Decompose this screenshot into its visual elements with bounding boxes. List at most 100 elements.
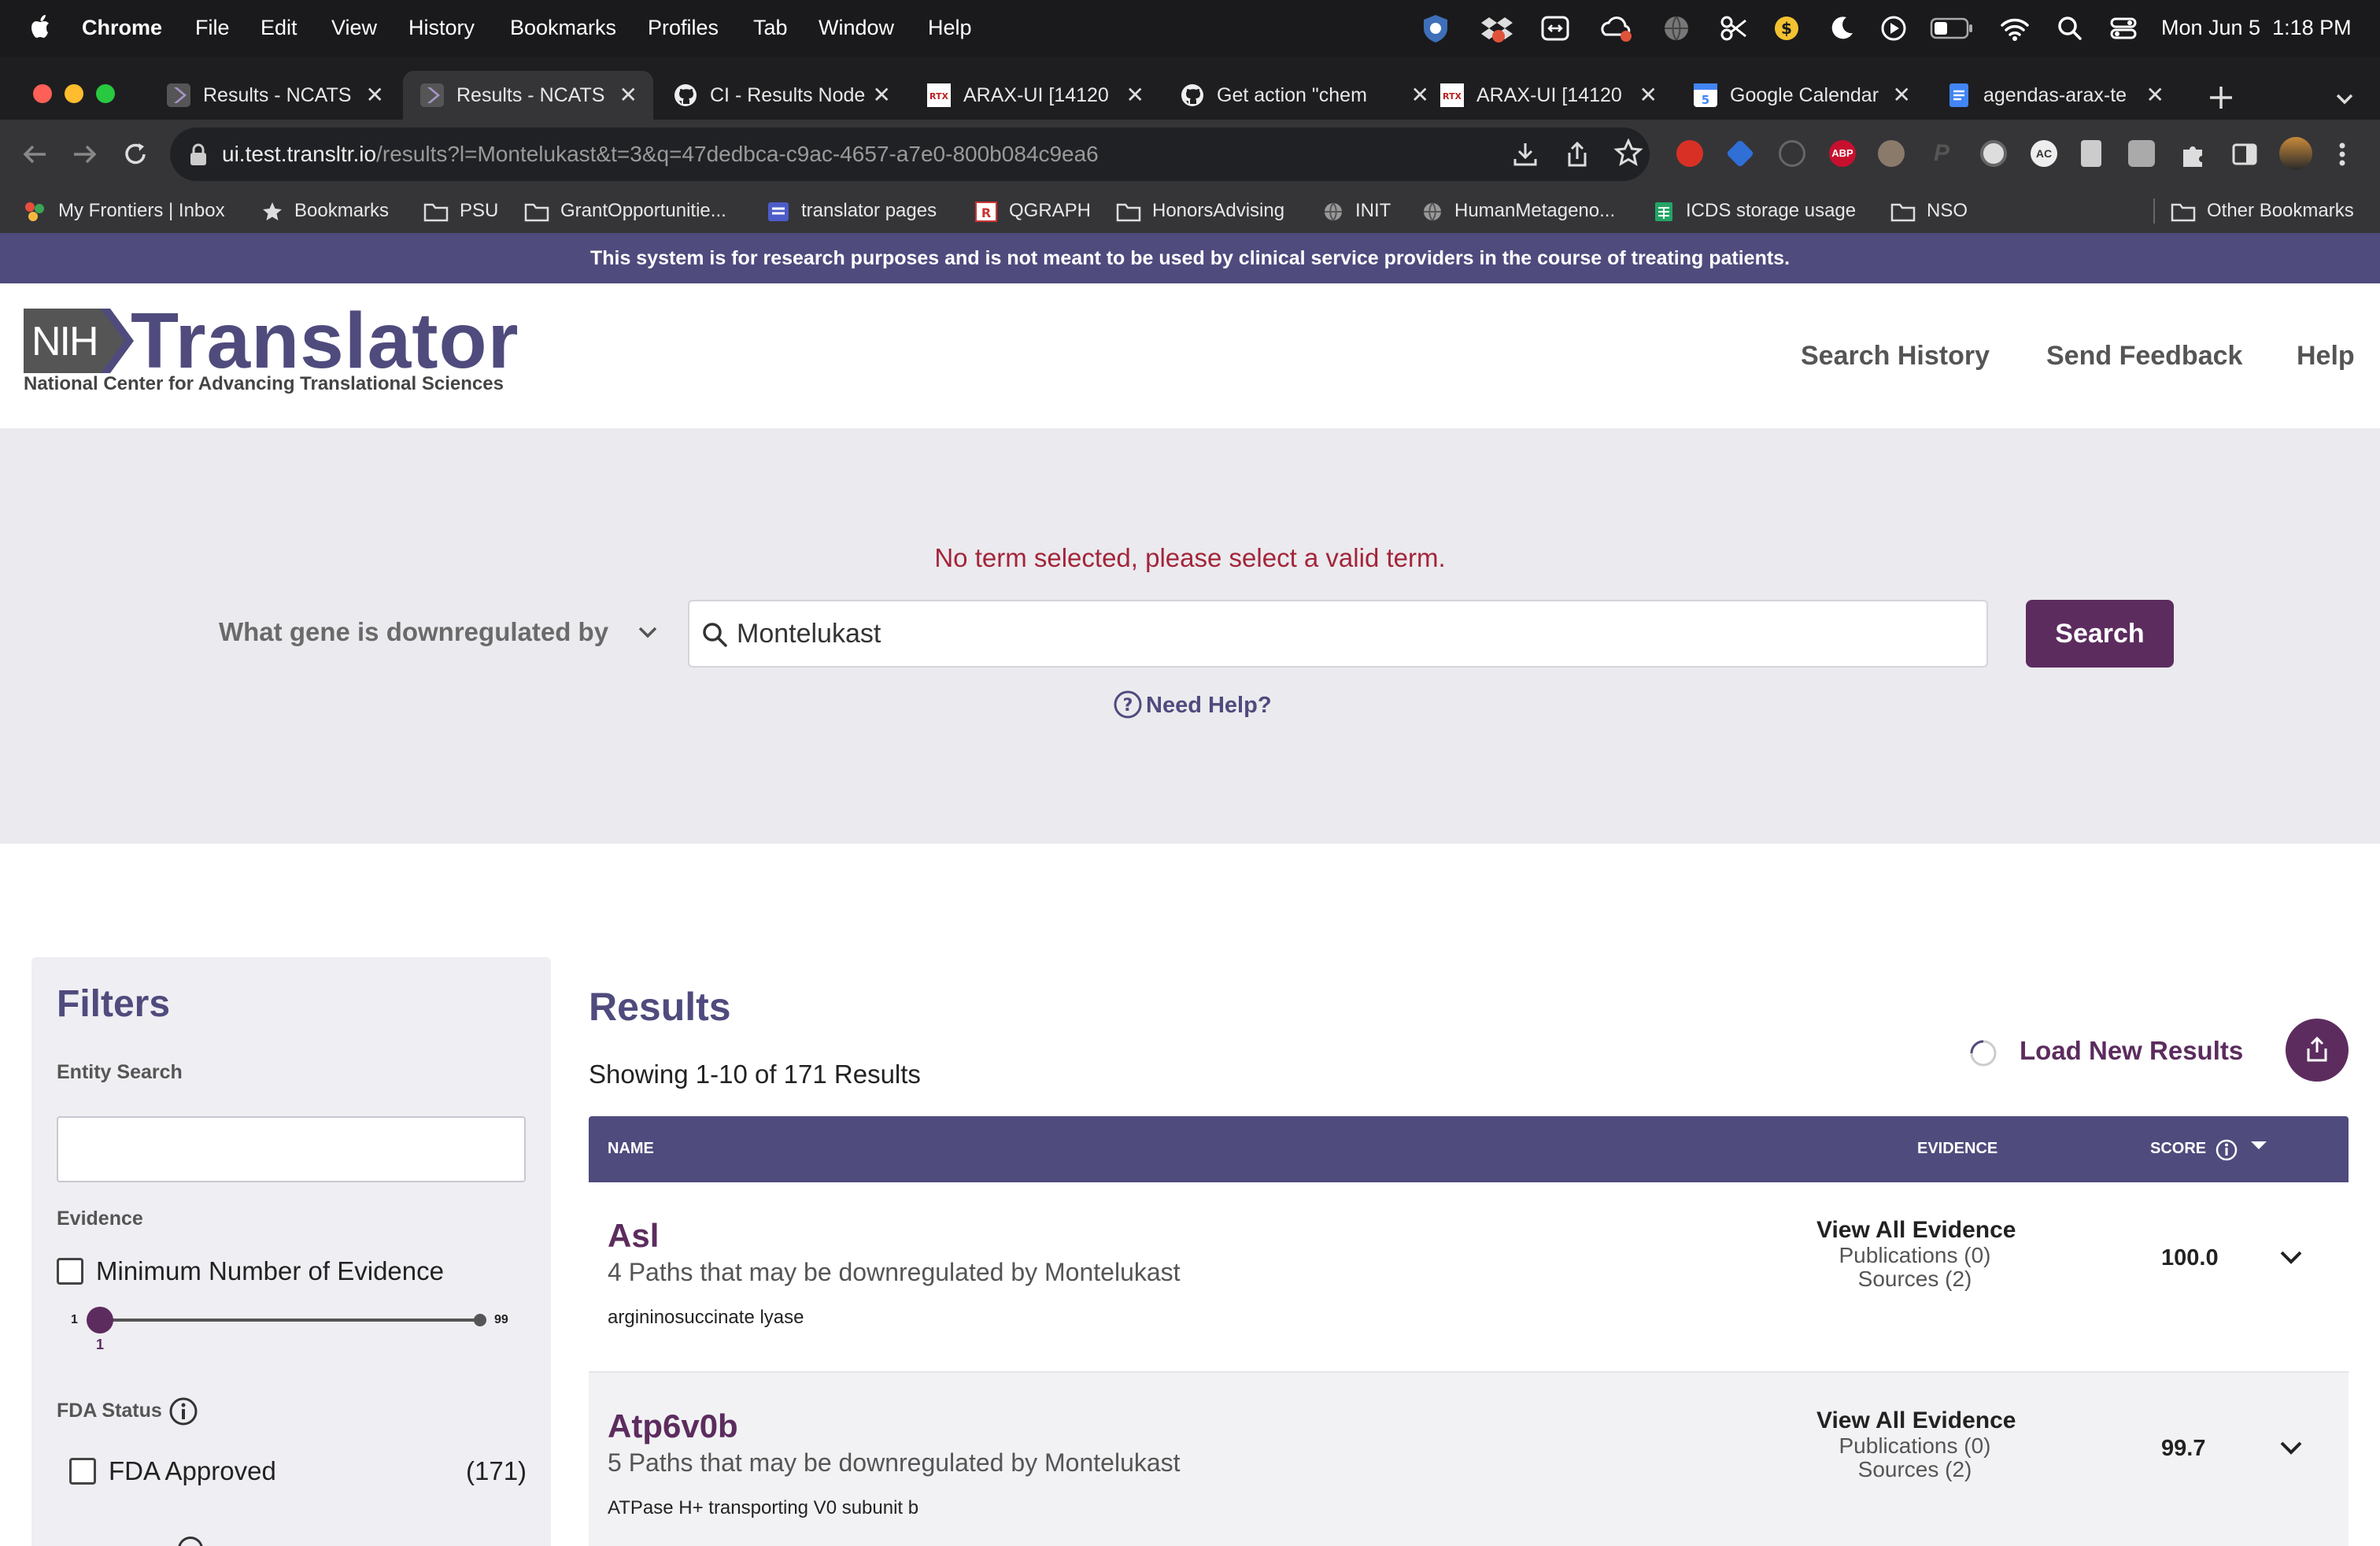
- bookmark-translator-pages[interactable]: translator pages: [767, 200, 937, 223]
- menu-file[interactable]: File: [195, 16, 230, 40]
- evidence-slider-end-thumb[interactable]: [474, 1314, 486, 1326]
- extension-ac-icon[interactable]: AC: [2031, 140, 2057, 167]
- menu-help[interactable]: Help: [928, 16, 972, 40]
- dropbox-icon[interactable]: [1481, 13, 1513, 44]
- result-row[interactable]: Atp6v0b 5 Paths that may be downregulate…: [589, 1371, 2349, 1546]
- menu-app-chrome[interactable]: Chrome: [82, 16, 162, 40]
- paypal-icon[interactable]: P: [1928, 140, 1955, 167]
- browser-tab[interactable]: Get action "chem ✕: [1163, 71, 1445, 120]
- browser-tab[interactable]: 5 Google Calendar ✕: [1676, 71, 1927, 120]
- extension-red-icon[interactable]: [1676, 140, 1703, 167]
- search-input[interactable]: Montelukast: [688, 600, 1988, 668]
- cloud-sync-icon[interactable]: [1599, 13, 1634, 44]
- back-arrow-icon[interactable]: [20, 140, 49, 168]
- install-app-icon[interactable]: [1511, 140, 1539, 168]
- lock-icon[interactable]: [187, 143, 209, 167]
- chrome-menu-icon[interactable]: [2334, 140, 2350, 168]
- tab-close-icon[interactable]: ✕: [873, 82, 891, 108]
- result-row[interactable]: Asl 4 Paths that may be downregulated by…: [589, 1182, 2349, 1371]
- result-name[interactable]: Atp6v0b: [608, 1407, 738, 1445]
- extension-owl-icon[interactable]: [1878, 140, 1905, 167]
- reload-icon[interactable]: [121, 140, 150, 168]
- browser-tab[interactable]: Results - NCATS ✕: [150, 71, 400, 120]
- spotlight-search-icon[interactable]: [2054, 13, 2086, 44]
- wifi-icon[interactable]: [1999, 13, 2031, 44]
- bookmark-folder-nso[interactable]: NSO: [1890, 200, 1968, 222]
- bookmark-frontiers[interactable]: My Frontiers | Inbox: [24, 200, 225, 223]
- shield-status-icon[interactable]: [1420, 13, 1451, 44]
- side-panel-icon[interactable]: [2230, 140, 2259, 168]
- profile-avatar-icon[interactable]: [2279, 137, 2312, 170]
- menubar-clock[interactable]: Mon Jun 5 1:18 PM: [2161, 16, 2352, 40]
- window-zoom-button[interactable]: [96, 84, 115, 103]
- extension-rainbow-icon[interactable]: [2128, 140, 2155, 167]
- bookmark-folder-honors[interactable]: HonorsAdvising: [1116, 200, 1284, 222]
- window-minimize-button[interactable]: [65, 84, 83, 103]
- browser-tab[interactable]: RTX ARAX-UI [14120 ✕: [1423, 71, 1673, 120]
- sort-descending-icon[interactable]: [2249, 1138, 2268, 1154]
- nav-search-history[interactable]: Search History: [1801, 341, 1990, 372]
- bookmark-humanmetagenome[interactable]: HumanMetageno...: [1421, 200, 1615, 223]
- column-name-header[interactable]: NAME: [608, 1140, 654, 1158]
- view-all-evidence-link[interactable]: View All Evidence: [1816, 1407, 2016, 1434]
- nih-logo[interactable]: NIH: [24, 309, 134, 373]
- search-button[interactable]: Search: [2026, 600, 2174, 668]
- info-icon[interactable]: [168, 1396, 198, 1426]
- forward-arrow-icon[interactable]: [71, 140, 99, 168]
- tab-search-chevron-icon[interactable]: [2333, 87, 2356, 110]
- window-close-button[interactable]: [33, 84, 52, 103]
- document-icon[interactable]: [2081, 140, 2101, 167]
- expand-chevron-icon[interactable]: [2278, 1434, 2304, 1461]
- menu-window[interactable]: Window: [819, 16, 894, 40]
- tab-close-icon[interactable]: ✕: [2146, 82, 2164, 108]
- moon-icon[interactable]: [1826, 13, 1857, 44]
- fda-approved-checkbox[interactable]: [69, 1458, 96, 1485]
- tab-close-icon[interactable]: ✕: [366, 82, 384, 108]
- menu-tab[interactable]: Tab: [753, 16, 788, 40]
- bookmark-icds-storage[interactable]: ICDS storage usage: [1653, 200, 1856, 223]
- result-name[interactable]: Asl: [608, 1217, 659, 1255]
- view-all-evidence-link[interactable]: View All Evidence: [1816, 1217, 2016, 1244]
- browser-tab-active[interactable]: Results - NCATS ✕: [403, 71, 653, 120]
- browser-tab[interactable]: CI - Results Node ✕: [656, 71, 907, 120]
- expand-chevron-icon[interactable]: [2278, 1244, 2304, 1270]
- bookmark-folder-psu[interactable]: PSU: [423, 200, 498, 222]
- extensions-puzzle-icon[interactable]: [2179, 140, 2207, 168]
- min-evidence-checkbox[interactable]: [57, 1258, 83, 1285]
- evidence-slider-track[interactable]: [99, 1319, 480, 1322]
- control-center-icon[interactable]: [2108, 13, 2139, 44]
- coin-icon[interactable]: $: [1771, 13, 1802, 44]
- bookmark-qgraph[interactable]: R QGRAPH: [974, 200, 1091, 223]
- bookmark-init[interactable]: INIT: [1322, 200, 1391, 223]
- menu-history[interactable]: History: [408, 16, 475, 40]
- extension-grey-icon[interactable]: [1980, 140, 2007, 167]
- new-tab-plus-icon[interactable]: [2205, 82, 2237, 113]
- menu-view[interactable]: View: [331, 16, 377, 40]
- tab-close-icon[interactable]: ✕: [619, 82, 638, 108]
- extension-dark-circle-icon[interactable]: [1779, 140, 1805, 167]
- play-circle-icon[interactable]: [1878, 13, 1909, 44]
- entity-search-input[interactable]: [57, 1116, 526, 1182]
- screen-share-icon[interactable]: [1539, 13, 1571, 44]
- nav-send-feedback[interactable]: Send Feedback: [2046, 341, 2242, 372]
- tab-close-icon[interactable]: ✕: [1126, 82, 1144, 108]
- apple-icon[interactable]: [30, 13, 54, 41]
- bookmark-other-bookmarks[interactable]: Other Bookmarks: [2171, 200, 2354, 222]
- column-evidence-header[interactable]: EVIDENCE: [1917, 1140, 1998, 1158]
- globe-icon[interactable]: [1661, 13, 1692, 44]
- tab-close-icon[interactable]: ✕: [1639, 82, 1658, 108]
- share-results-button[interactable]: [2286, 1019, 2349, 1082]
- browser-tab[interactable]: RTX ARAX-UI [14120 ✕: [910, 71, 1160, 120]
- menu-profiles[interactable]: Profiles: [648, 16, 719, 40]
- bookmark-star-icon[interactable]: [1613, 139, 1643, 168]
- score-info-icon[interactable]: [2215, 1138, 2238, 1162]
- nav-help[interactable]: Help: [2297, 341, 2355, 372]
- adblock-plus-icon[interactable]: ABP: [1829, 140, 1856, 167]
- evidence-slider-thumb[interactable]: [87, 1307, 113, 1333]
- menu-bookmarks[interactable]: Bookmarks: [510, 16, 616, 40]
- bookmark-folder-grants[interactable]: GrantOpportunitie...: [524, 200, 726, 222]
- scissors-icon[interactable]: [1717, 13, 1749, 44]
- browser-tab[interactable]: agendas-arax-te ✕: [1930, 71, 2180, 120]
- bookmark-bookmarks[interactable]: Bookmarks: [261, 200, 389, 223]
- tab-close-icon[interactable]: ✕: [1893, 82, 1911, 108]
